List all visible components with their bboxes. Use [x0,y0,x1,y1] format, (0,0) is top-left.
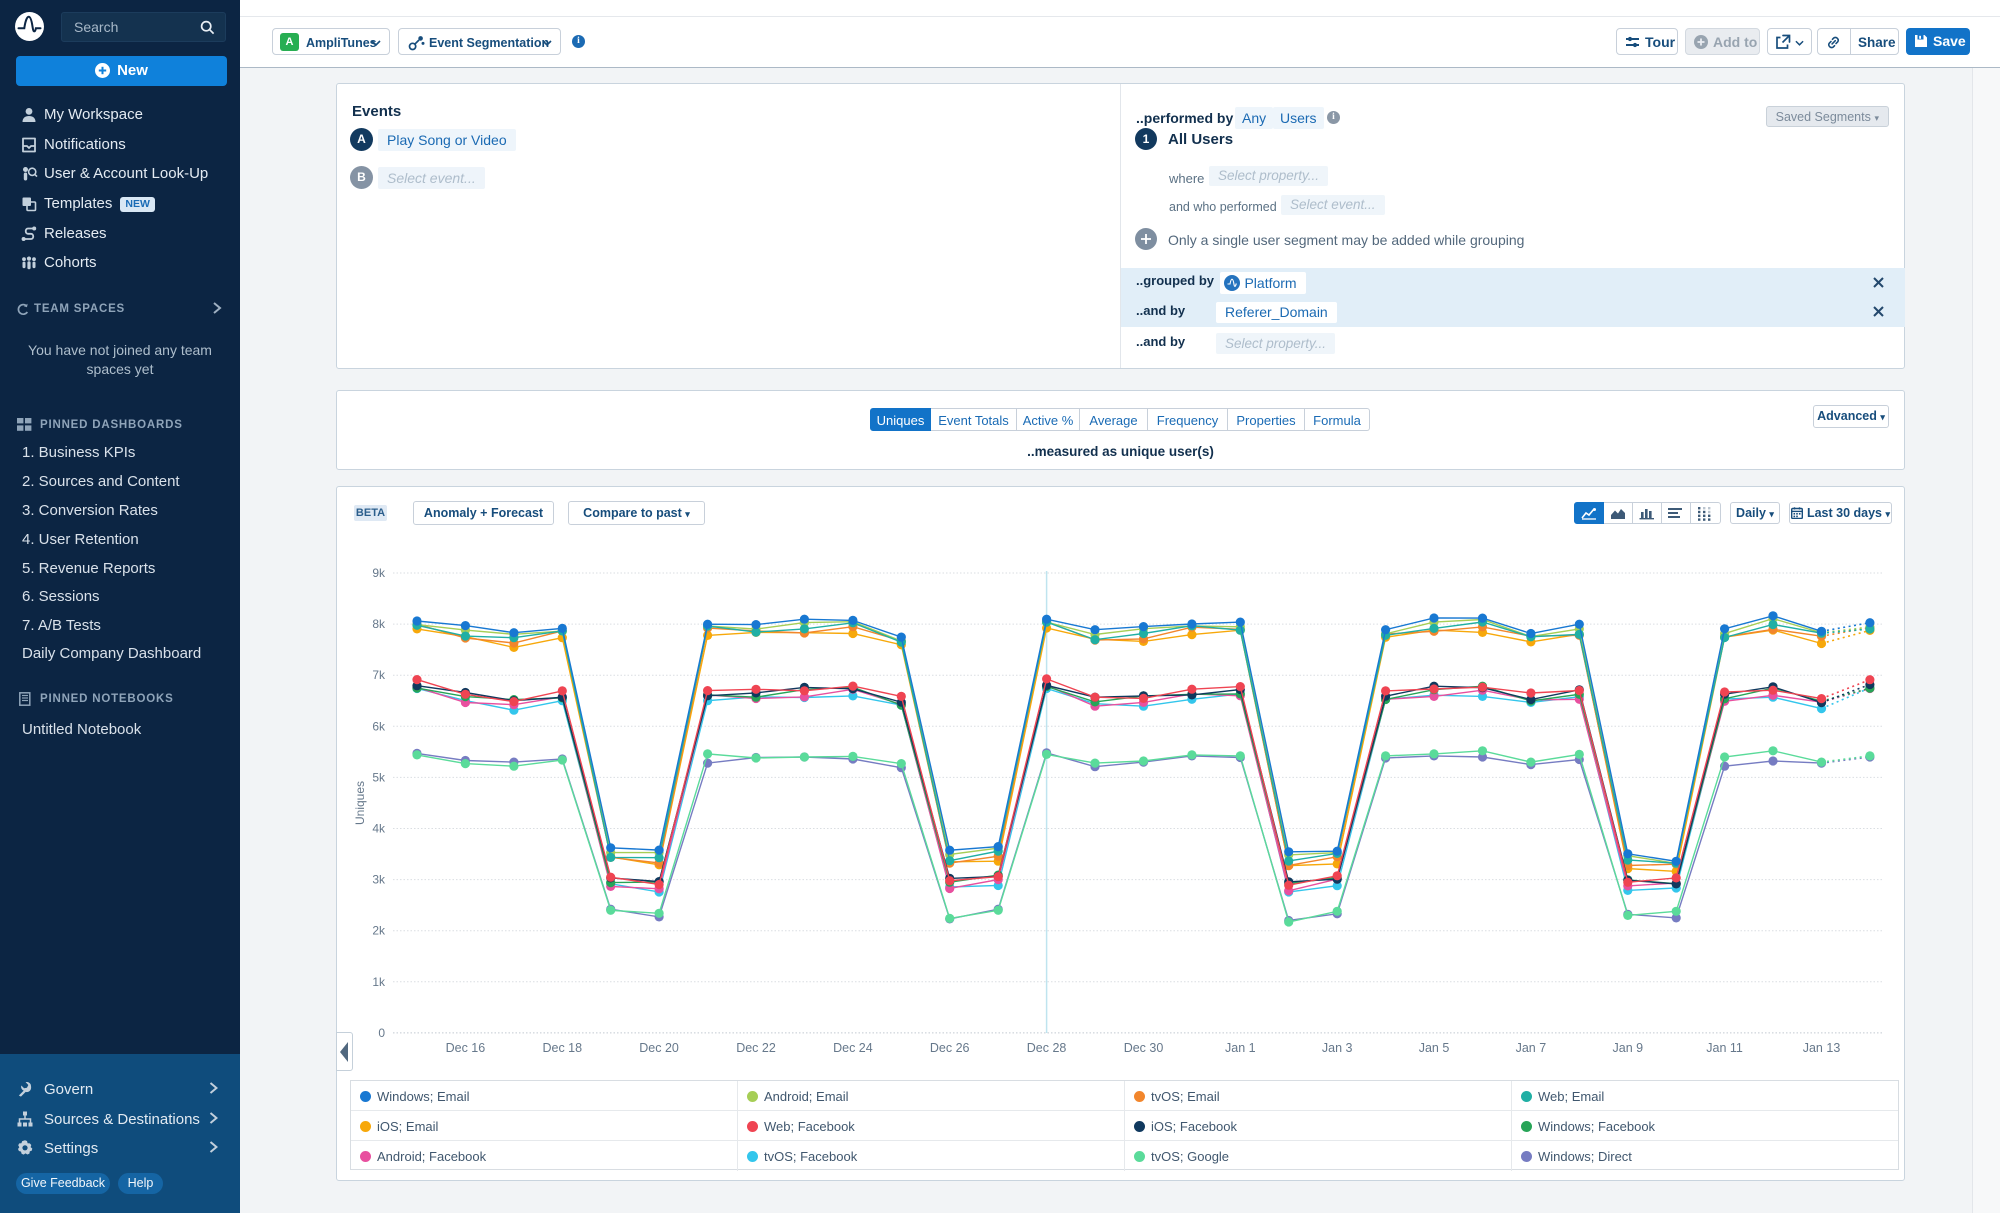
svg-text:Jan 13: Jan 13 [1803,1041,1841,1055]
svg-text:4k: 4k [372,822,386,836]
svg-text:Jan 1: Jan 1 [1225,1041,1256,1055]
svg-text:3k: 3k [372,873,386,887]
svg-text:Dec 22: Dec 22 [736,1041,776,1055]
svg-text:1k: 1k [372,975,386,989]
svg-text:0: 0 [378,1026,385,1040]
svg-text:Dec 28: Dec 28 [1027,1041,1067,1055]
svg-text:6k: 6k [372,719,386,733]
svg-text:Jan 11: Jan 11 [1706,1041,1743,1055]
svg-text:8k: 8k [372,617,386,631]
svg-text:Uniques: Uniques [353,781,367,825]
svg-text:Jan 5: Jan 5 [1419,1041,1450,1055]
svg-text:5k: 5k [372,770,386,784]
svg-text:Dec 20: Dec 20 [639,1041,679,1055]
svg-text:Dec 16: Dec 16 [446,1041,486,1055]
svg-text:Dec 18: Dec 18 [542,1041,582,1055]
svg-text:Jan 7: Jan 7 [1516,1041,1547,1055]
svg-text:Jan 9: Jan 9 [1613,1041,1644,1055]
svg-text:Jan 3: Jan 3 [1322,1041,1353,1055]
svg-text:7k: 7k [372,668,386,682]
svg-text:9k: 9k [372,566,386,580]
svg-text:Dec 24: Dec 24 [833,1041,873,1055]
svg-text:Dec 26: Dec 26 [930,1041,970,1055]
svg-text:2k: 2k [372,924,386,938]
svg-text:Dec 30: Dec 30 [1124,1041,1164,1055]
